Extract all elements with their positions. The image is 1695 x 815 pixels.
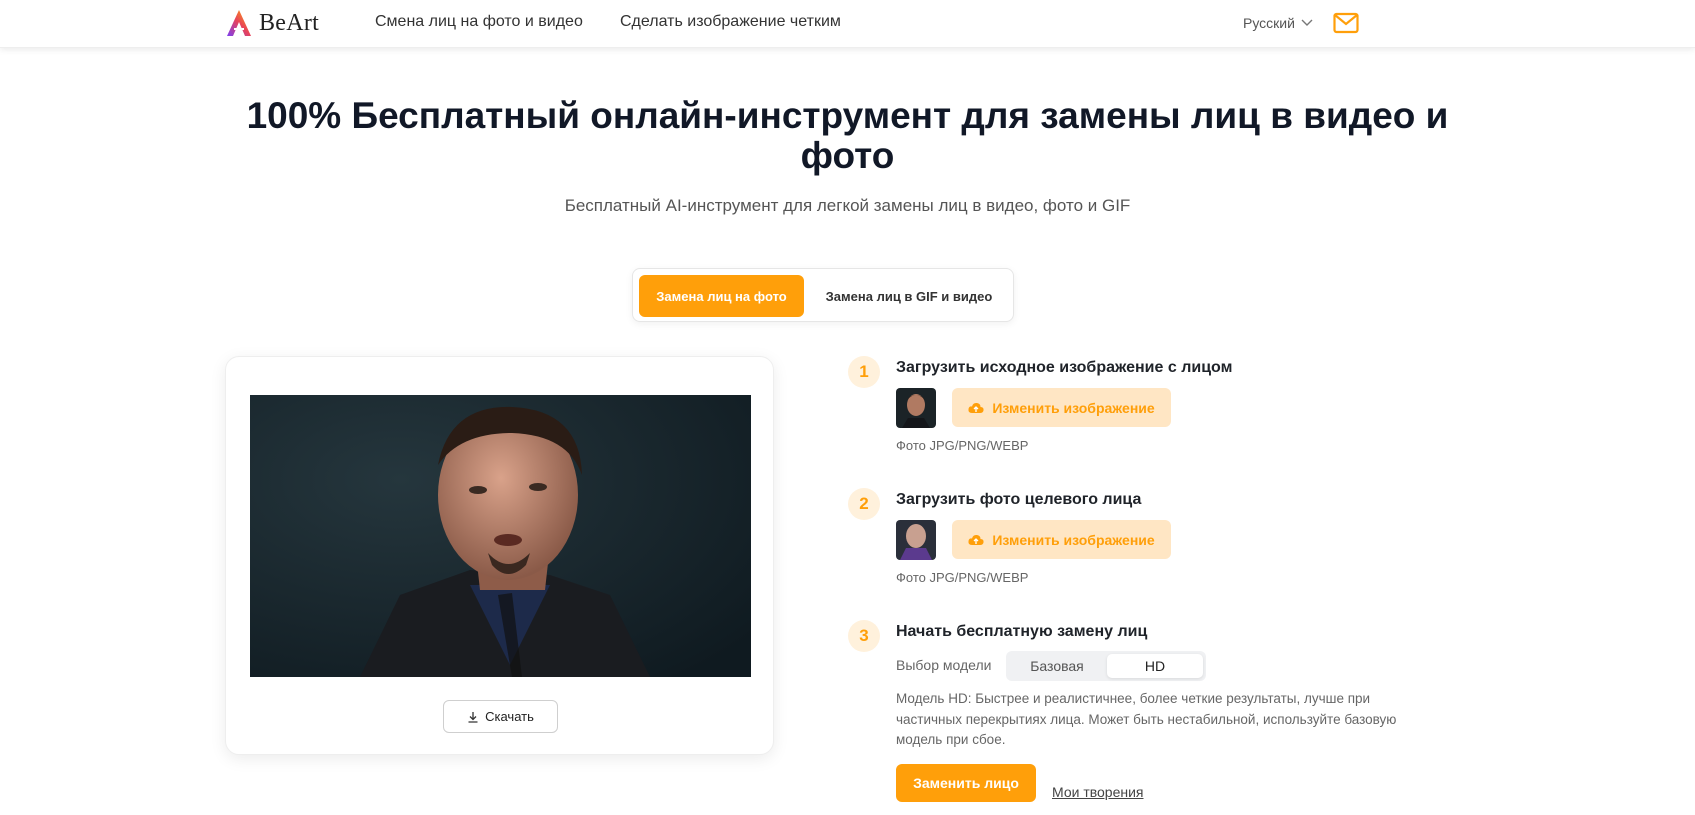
source-face-thumbnail[interactable] — [896, 388, 936, 428]
step-3-number: 3 — [848, 620, 880, 652]
model-option-basic[interactable]: Базовая — [1009, 654, 1105, 678]
result-image — [250, 395, 751, 677]
language-label: Русский — [1243, 15, 1295, 31]
chevron-down-icon — [1301, 19, 1313, 26]
result-preview-card: Скачать — [225, 356, 774, 755]
step-2-number: 2 — [848, 488, 880, 520]
logo[interactable]: BeArt — [225, 8, 319, 38]
change-source-image-label: Изменить изображение — [992, 399, 1155, 416]
step-1-number: 1 — [848, 356, 880, 388]
mode-tabs: Замена лиц на фото Замена лиц в GIF и ви… — [632, 268, 1014, 322]
tab-gif-video-face-swap[interactable]: Замена лиц в GIF и видео — [811, 275, 1007, 317]
download-label: Скачать — [485, 709, 534, 724]
step-1-title: Загрузить исходное изображение с лицом — [896, 359, 1233, 376]
change-target-image-button[interactable]: Изменить изображение — [952, 520, 1171, 559]
cloud-upload-icon — [968, 534, 984, 545]
step-3-title: Начать бесплатную замену лиц — [896, 623, 1148, 640]
swap-face-button[interactable]: Заменить лицо — [896, 764, 1036, 802]
change-target-image-label: Изменить изображение — [992, 531, 1155, 548]
language-selector[interactable]: Русский — [1243, 15, 1313, 31]
source-face-image — [896, 388, 936, 428]
change-source-image-button[interactable]: Изменить изображение — [952, 388, 1171, 427]
mail-icon[interactable] — [1333, 12, 1359, 34]
tab-photo-face-swap[interactable]: Замена лиц на фото — [639, 275, 804, 317]
step-2-title: Загрузить фото целевого лица — [896, 491, 1142, 508]
target-face-image — [896, 520, 936, 560]
result-photo — [250, 395, 751, 677]
top-header: BeArt Смена лиц на фото и видео Сделать … — [0, 0, 1695, 48]
step-2-format-hint: Фото JPG/PNG/WEBP — [896, 570, 1029, 585]
model-description: Модель HD: Быстрее и реалистичнее, более… — [896, 691, 1397, 747]
download-icon — [468, 711, 478, 723]
beart-logo-icon — [227, 10, 251, 36]
my-works-link[interactable]: Мои творения — [1052, 784, 1144, 800]
cloud-upload-icon — [968, 402, 984, 413]
model-toggle: Базовая HD — [1006, 651, 1206, 681]
model-select-label: Выбор модели — [896, 657, 992, 673]
target-face-thumbnail[interactable] — [896, 520, 936, 560]
page-subtitle: Бесплатный AI-инструмент для легкой заме… — [564, 196, 1131, 215]
download-button[interactable]: Скачать — [443, 700, 558, 733]
step-1-format-hint: Фото JPG/PNG/WEBP — [896, 438, 1029, 453]
nav-face-swap[interactable]: Смена лиц на фото и видео — [375, 13, 583, 31]
nav-enhance-image[interactable]: Сделать изображение четким — [620, 13, 841, 31]
model-option-hd[interactable]: HD — [1107, 654, 1203, 678]
page-title: 100% Бесплатный онлайн-инструмент для за… — [246, 95, 1449, 176]
logo-text: BeArt — [259, 9, 320, 36]
